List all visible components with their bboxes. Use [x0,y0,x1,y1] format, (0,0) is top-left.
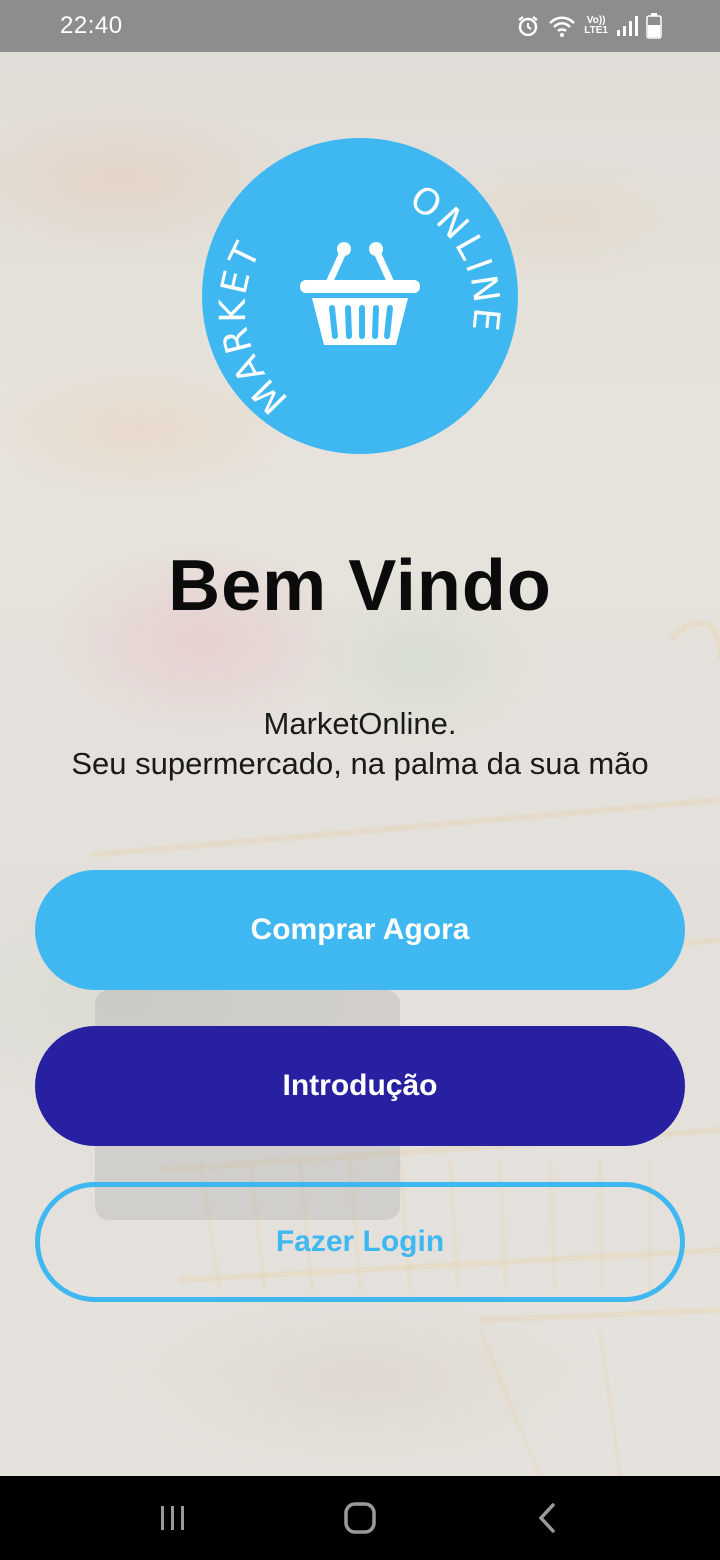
tagline-app-name: MarketOnline. [263,706,457,741]
status-time: 22:40 [60,12,123,39]
back-icon [538,1503,555,1533]
navigation-bar [0,1476,720,1560]
intro-button[interactable]: Introdução [35,1026,685,1146]
status-icons: Vo)) LTE1 [516,13,662,39]
home-button[interactable] [320,1488,400,1548]
battery-icon [646,13,662,39]
signal-icon [616,15,638,37]
status-bar: 22:40 Vo)) LTE1 [0,0,720,52]
wifi-icon [548,14,576,38]
alarm-icon [516,14,540,38]
recent-apps-button[interactable] [133,1488,213,1548]
welcome-title: Bem Vindo [168,546,552,626]
lte-icon: Vo)) LTE1 [584,15,608,36]
tagline: MarketOnline. Seu supermercado, na palma… [0,704,720,784]
tagline-slogan: Seu supermercado, na palma da sua mão [71,746,649,781]
back-button[interactable] [507,1488,587,1548]
market-online-logo: MARKET ONLINE [202,138,518,454]
buy-now-button[interactable]: Comprar Agora [35,870,685,990]
recent-apps-icon [161,1506,185,1530]
home-icon [344,1502,376,1534]
login-button[interactable]: Fazer Login [35,1182,685,1302]
